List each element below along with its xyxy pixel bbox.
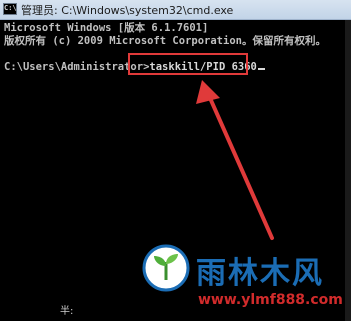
watermark: 雨林木风 www.ylmf888.com (142, 244, 351, 321)
watermark-url: www.ylmf888.com (198, 292, 343, 308)
watermark-title: 雨林木风 (196, 256, 324, 291)
ylmf-logo-icon (142, 244, 190, 292)
